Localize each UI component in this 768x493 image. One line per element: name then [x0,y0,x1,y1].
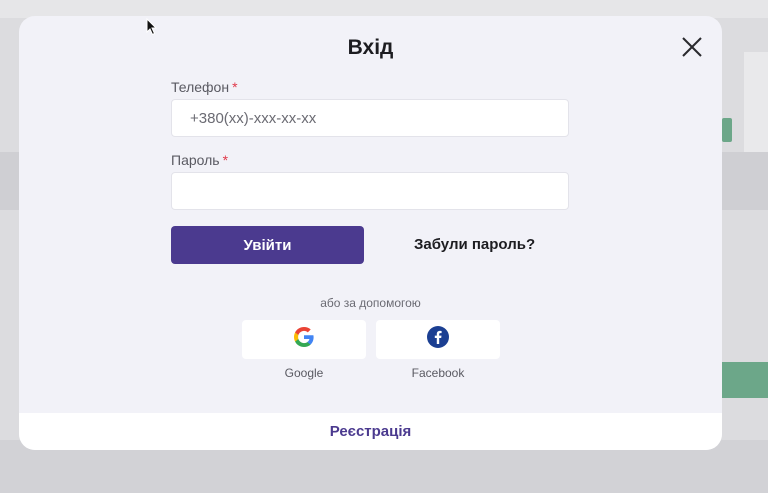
phone-input[interactable] [171,99,569,137]
mouse-cursor-icon [146,17,158,41]
login-button[interactable]: Увійти [171,226,364,264]
password-input[interactable] [171,172,569,210]
phone-label-text: Телефон [171,79,230,95]
background-card [744,52,768,152]
background-button [722,362,768,398]
login-modal: Вхід Телефон* Пароль* Увійти Забули паро… [19,16,722,450]
facebook-icon [426,325,450,354]
phone-label: Телефон * [171,79,238,95]
google-icon [292,325,316,354]
modal-footer: Реєстрація [19,413,722,450]
modal-title: Вхід [347,36,394,59]
password-label-text: Пароль [171,152,220,168]
alt-login-text: або за допомогою [320,296,421,310]
forgot-password-link[interactable]: Забули пароль? [414,236,535,253]
required-mark: * [222,152,229,168]
register-link[interactable]: Реєстрація [330,423,412,440]
background-button [722,118,732,142]
close-icon[interactable] [679,34,705,60]
required-mark: * [232,79,238,95]
facebook-login-button[interactable] [376,320,500,359]
google-login-button[interactable] [242,320,366,359]
password-label: Пароль * [171,152,228,168]
google-label: Google [284,366,324,380]
facebook-label: Facebook [411,366,465,380]
